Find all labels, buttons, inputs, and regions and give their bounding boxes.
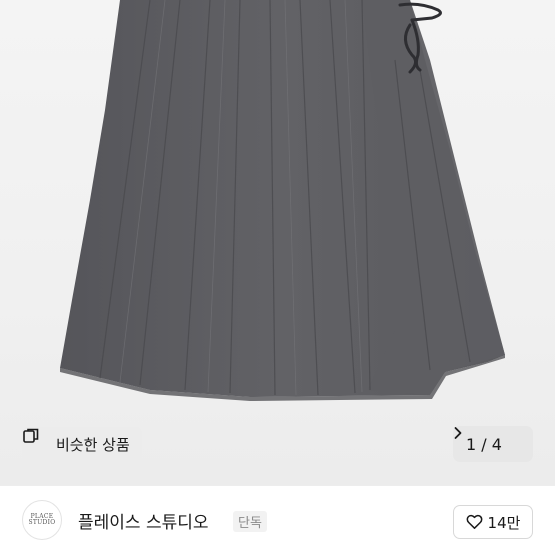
pager-separator: / xyxy=(481,434,487,454)
exclusive-badge: 단독 xyxy=(233,511,267,532)
chevron-right-icon[interactable] xyxy=(454,427,520,451)
pager-current: 1 xyxy=(466,434,477,454)
similar-items-button[interactable]: 비슷한 상품 xyxy=(22,427,142,461)
seller-bar: PLACE STUDIO 플레이스 스튜디오 단독 14만 xyxy=(0,486,555,555)
pleated-skirt-photo xyxy=(60,0,505,401)
pager-total: 4 xyxy=(491,434,502,454)
like-button[interactable]: 14만 xyxy=(453,505,533,539)
heart-outline-icon xyxy=(466,514,483,530)
similar-items-icon xyxy=(23,428,50,453)
seller-avatar[interactable]: PLACE STUDIO xyxy=(22,500,62,540)
product-image[interactable]: 비슷한 상품 1 / 4 xyxy=(0,0,555,485)
like-count: 14만 xyxy=(487,513,521,532)
similar-items-label: 비슷한 상품 xyxy=(56,435,130,454)
pager-text: 1 / 4 xyxy=(466,435,502,454)
store-name[interactable]: 플레이스 스튜디오 xyxy=(78,508,209,533)
image-pager[interactable]: 1 / 4 xyxy=(453,426,533,462)
